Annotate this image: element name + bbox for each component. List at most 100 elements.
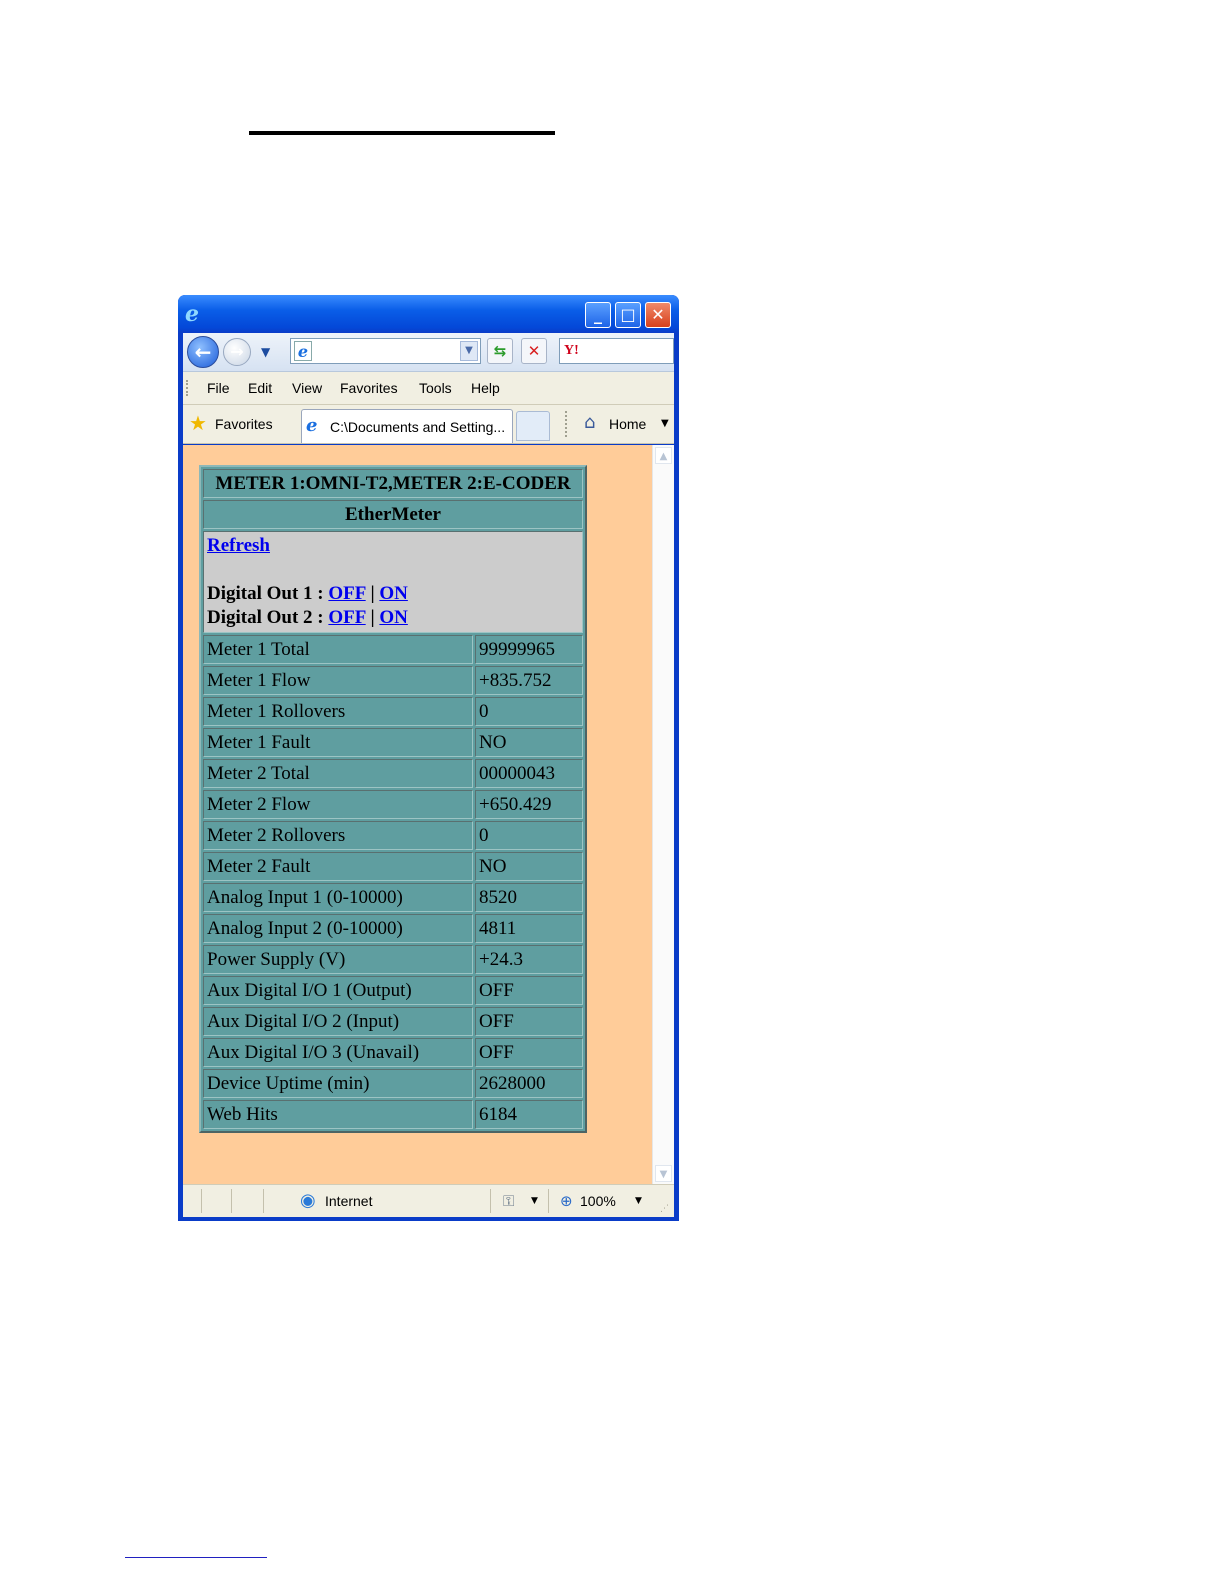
stop-button[interactable]: ✕	[521, 338, 547, 364]
status-divider	[231, 1189, 232, 1213]
row-value: +24.3	[475, 945, 583, 974]
row-label: Meter 1 Fault	[203, 728, 473, 757]
menu-edit[interactable]: Edit	[248, 372, 272, 404]
row-label: Meter 2 Total	[203, 759, 473, 788]
zoom-icon[interactable]: ⊕	[560, 1191, 573, 1211]
top-horizontal-rule	[249, 131, 555, 135]
bottom-horizontal-rule	[125, 1557, 267, 1558]
row-label: Meter 1 Flow	[203, 666, 473, 695]
row-label: Aux Digital I/O 1 (Output)	[203, 976, 473, 1005]
row-value: 00000043	[475, 759, 583, 788]
row-value: OFF	[475, 976, 583, 1005]
table-row: Analog Input 1 (0-10000) 8520	[203, 883, 583, 912]
row-value: NO	[475, 852, 583, 881]
search-box[interactable]: Y!	[559, 338, 674, 364]
row-label: Meter 1 Total	[203, 635, 473, 664]
protected-mode-icon[interactable]: ⚿	[503, 1191, 514, 1211]
row-value: OFF	[475, 1038, 583, 1067]
star-icon: ★	[189, 411, 207, 435]
digital-out-2-label: Digital Out 2 :	[207, 607, 324, 628]
row-value: +835.752	[475, 666, 583, 695]
scroll-up-icon[interactable]: ▲	[655, 447, 672, 464]
row-label: Power Supply (V)	[203, 945, 473, 974]
yahoo-icon: Y!	[564, 343, 579, 358]
status-bar: ◉ Internet ⚿ ▼ ⊕ 100% ▼ ⋰	[183, 1184, 674, 1217]
page-content: METER 1:OMNI-T2,METER 2:E-CODER EtherMet…	[183, 445, 674, 1184]
new-tab-button[interactable]	[516, 411, 550, 441]
status-divider	[548, 1189, 549, 1213]
status-divider	[201, 1189, 202, 1213]
row-label: Aux Digital I/O 2 (Input)	[203, 1007, 473, 1036]
ie-logo-icon: e	[185, 301, 199, 327]
favorites-bar: ★ Favorites e C:\Documents and Setting..…	[183, 405, 674, 444]
minimize-button[interactable]: _	[585, 302, 611, 328]
close-icon: ✕	[651, 305, 665, 324]
digital-out-2-on-link[interactable]: ON	[379, 607, 408, 628]
separator: |	[370, 607, 375, 628]
close-button[interactable]: ✕	[645, 302, 671, 328]
digital-out-1-off-link[interactable]: OFF	[328, 583, 365, 604]
ethermeter-table: METER 1:OMNI-T2,METER 2:E-CODER EtherMet…	[199, 465, 587, 1133]
protected-mode-dropdown[interactable]: ▼	[531, 1185, 538, 1217]
menu-bar: File Edit View Favorites Tools Help	[183, 372, 674, 405]
menu-grip	[186, 380, 190, 396]
menu-favorites[interactable]: Favorites	[340, 372, 398, 404]
row-value: 0	[475, 821, 583, 850]
table-row: Device Uptime (min) 2628000	[203, 1069, 583, 1098]
menu-file[interactable]: File	[207, 372, 230, 404]
control-panel: Refresh Digital Out 1 : OFF | ON Digital…	[203, 531, 583, 633]
security-zone-label[interactable]: Internet	[325, 1185, 372, 1217]
table-row: Aux Digital I/O 3 (Unavail) OFF	[203, 1038, 583, 1067]
row-label: Meter 2 Fault	[203, 852, 473, 881]
browser-tab[interactable]: e C:\Documents and Setting...	[301, 409, 513, 443]
digital-out-1-on-link[interactable]: ON	[379, 583, 408, 604]
stop-icon: ✕	[527, 342, 541, 360]
zoom-dropdown[interactable]: ▼	[635, 1185, 642, 1217]
home-dropdown[interactable]: ▼	[661, 405, 669, 443]
row-label: Meter 2 Flow	[203, 790, 473, 819]
zoom-level[interactable]: 100%	[580, 1185, 616, 1217]
row-label: Web Hits	[203, 1100, 473, 1129]
toolbar-separator	[565, 411, 567, 437]
favorites-button[interactable]: Favorites	[215, 405, 273, 443]
refresh-button[interactable]: ⇆	[487, 338, 513, 364]
menu-tools[interactable]: Tools	[419, 372, 452, 404]
ethermeter-title: EtherMeter	[203, 500, 583, 529]
meter-header: METER 1:OMNI-T2,METER 2:E-CODER	[203, 469, 583, 498]
address-dropdown-button[interactable]: ▼	[460, 341, 478, 361]
refresh-link[interactable]: Refresh	[207, 535, 270, 556]
resize-grip[interactable]: ⋰	[660, 1203, 672, 1215]
navigation-bar: ← → ▼ e ▼ ⇆ ✕ Y!	[183, 333, 674, 372]
globe-icon: ◉	[300, 1190, 316, 1211]
menu-help[interactable]: Help	[471, 372, 500, 404]
page-icon: e	[294, 341, 312, 361]
forward-arrow-icon: →	[230, 342, 244, 361]
table-row: Meter 2 Total 00000043	[203, 759, 583, 788]
home-icon[interactable]: ⌂	[584, 411, 595, 435]
table-row: Power Supply (V) +24.3	[203, 945, 583, 974]
row-label: Meter 2 Rollovers	[203, 821, 473, 850]
row-value: 4811	[475, 914, 583, 943]
minimize-icon: _	[594, 305, 602, 324]
status-divider	[263, 1189, 264, 1213]
menu-view[interactable]: View	[292, 372, 322, 404]
forward-button[interactable]: →	[223, 338, 251, 366]
scroll-down-icon[interactable]: ▼	[655, 1165, 672, 1182]
browser-window: e _ □ ✕ ← → ▼ e ▼ ⇆ ✕ Y! File Edit View …	[178, 295, 679, 1221]
address-bar[interactable]: e ▼	[290, 338, 481, 364]
digital-out-2-row: Digital Out 2 : OFF | ON	[207, 606, 579, 630]
row-value: 8520	[475, 883, 583, 912]
table-row: Web Hits 6184	[203, 1100, 583, 1129]
row-label: Analog Input 1 (0-10000)	[203, 883, 473, 912]
recent-pages-dropdown[interactable]: ▼	[261, 343, 270, 361]
maximize-button[interactable]: □	[615, 302, 641, 328]
table-row: Analog Input 2 (0-10000) 4811	[203, 914, 583, 943]
row-label: Analog Input 2 (0-10000)	[203, 914, 473, 943]
back-button[interactable]: ←	[187, 336, 219, 368]
back-arrow-icon: ←	[194, 340, 212, 364]
digital-out-2-off-link[interactable]: OFF	[328, 607, 365, 628]
table-row: Aux Digital I/O 1 (Output) OFF	[203, 976, 583, 1005]
home-button[interactable]: Home	[609, 405, 646, 443]
vertical-scrollbar[interactable]: ▲ ▼	[652, 445, 674, 1184]
row-value: +650.429	[475, 790, 583, 819]
